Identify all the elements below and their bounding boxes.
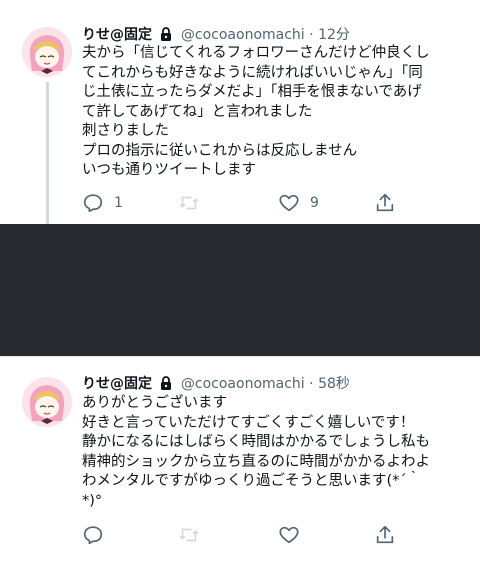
avatar[interactable]: [22, 27, 72, 77]
action-bar: [82, 523, 402, 547]
tweet-header: りせ@固定 @cocoaonomachi · 12分: [82, 26, 350, 46]
share-button[interactable]: [374, 191, 396, 215]
tweet-line: じ土俵に立ったらダメだよ」「相手を恨まないであげ: [82, 84, 422, 100]
like-button[interactable]: 9: [278, 191, 319, 215]
reply-button[interactable]: [82, 523, 114, 547]
share-button[interactable]: [374, 523, 396, 547]
reply-icon: [83, 526, 103, 545]
retweet-icon: [179, 528, 199, 542]
tweet-line: プロの指示に従いこれからは反応しません: [82, 142, 358, 159]
like-button[interactable]: [278, 523, 310, 547]
tweet-line: *)°: [82, 492, 103, 509]
handle[interactable]: @cocoaonomachi: [181, 376, 305, 392]
separator: ·: [309, 27, 314, 43]
tweet-1[interactable]: りせ@固定 @cocoaonomachi · 12分 夫から「信じてくれるフォロ…: [0, 0, 480, 224]
handle[interactable]: @cocoaonomachi: [181, 27, 305, 43]
tweet-line: 静かになるにはしばらく時間はかかるでしょうし私も: [82, 434, 430, 450]
tweet-line: てこれからも好きなように続ければいいじゃん」「同: [82, 64, 423, 81]
share-icon: [376, 193, 394, 212]
tweet-line: 精神的ショックから立ち直るのに時間がかかるよわよ: [82, 453, 430, 470]
tweet-line: 好きと言っていただけてすごくすごく嬉しいです！: [82, 414, 415, 431]
tweet-line: 夫から「信じてくれるフォロワーさんだけど仲良くし: [82, 45, 430, 61]
reply-icon: [83, 194, 103, 213]
tweet-text: ありがとうございます 好きと言っていただけてすごくすごく嬉しいです！ 静かになる…: [82, 394, 474, 511]
retweet-button[interactable]: [178, 523, 210, 547]
action-bar: 1 9: [82, 191, 402, 215]
tweet-header: りせ@固定 @cocoaonomachi · 58秒: [82, 375, 350, 395]
retweet-icon: [179, 196, 199, 210]
avatar[interactable]: [22, 377, 72, 427]
like-count: 9: [310, 195, 319, 211]
tweet-line: ありがとうございます: [82, 395, 227, 411]
display-name[interactable]: りせ@固定: [82, 27, 152, 43]
retweet-button[interactable]: [178, 191, 210, 215]
timestamp[interactable]: 12分: [318, 27, 350, 43]
tweet-text: 夫から「信じてくれるフォロワーさんだけど仲良くし てこれからも好きなように続けれ…: [82, 44, 474, 181]
tweet-line: わメンタルですがゆっくり過ごそうと思います(*´｀: [82, 473, 422, 489]
tweet-line: て許してあげてね」と言われました: [82, 103, 313, 120]
tweet-line: 刺さりました: [82, 123, 169, 139]
like-icon: [279, 194, 299, 212]
separator: ·: [309, 376, 314, 392]
reply-count: 1: [114, 195, 123, 211]
lock-icon: [160, 376, 172, 395]
tweet-2[interactable]: りせ@固定 @cocoaonomachi · 58秒 ありがとうございます 好き…: [0, 357, 480, 561]
tweet-line: いつも通りツイートします: [82, 162, 256, 178]
display-name[interactable]: りせ@固定: [82, 376, 152, 392]
thread-line: [46, 82, 49, 224]
share-icon: [376, 525, 394, 544]
reply-button[interactable]: 1: [82, 191, 123, 215]
like-icon: [279, 526, 299, 544]
redaction-block: [0, 224, 480, 356]
timestamp[interactable]: 58秒: [318, 376, 350, 392]
